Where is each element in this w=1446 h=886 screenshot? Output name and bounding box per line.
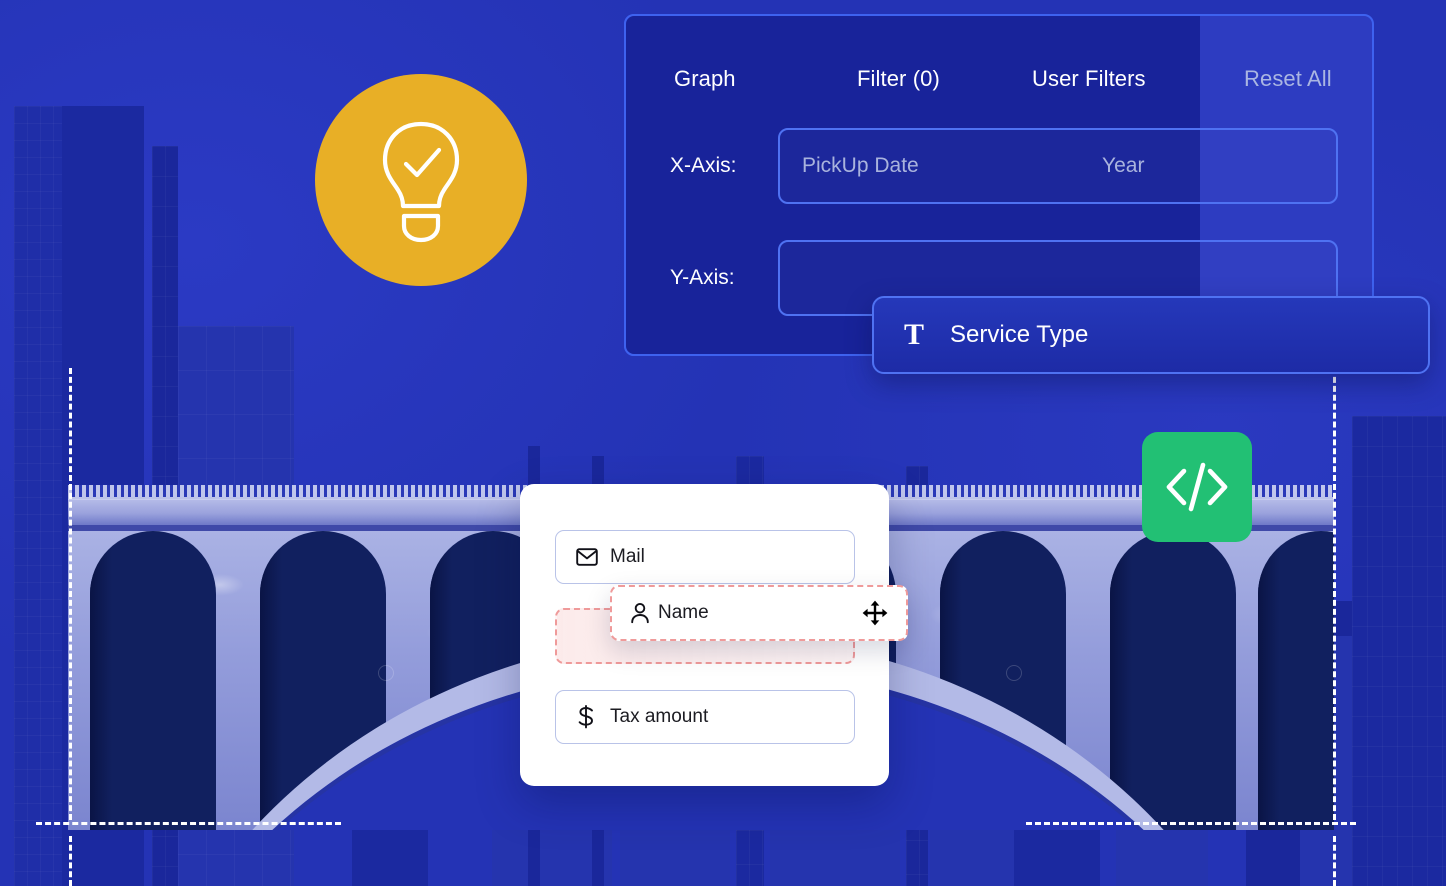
move-arrows-icon[interactable] <box>862 600 888 626</box>
x-axis-value: PickUp Date <box>802 154 919 178</box>
tab-user-filters[interactable]: User Filters <box>1032 66 1146 92</box>
service-type-chip[interactable]: T Service Type <box>872 296 1430 374</box>
lightbulb-check-icon <box>373 116 469 244</box>
scene-stage: Graph Filter (0) User Filters Reset All … <box>0 0 1446 886</box>
mail-field[interactable]: Mail <box>555 530 855 584</box>
tab-filter[interactable]: Filter (0) <box>857 66 940 92</box>
x-axis-label: X-Axis: <box>670 154 778 178</box>
y-axis-label: Y-Axis: <box>670 266 778 290</box>
user-icon <box>630 602 650 624</box>
mail-field-label: Mail <box>610 546 645 568</box>
text-type-icon: T <box>904 320 924 350</box>
dollar-icon <box>576 705 602 729</box>
panel-tabbar: Graph Filter (0) User Filters Reset All <box>624 14 1374 106</box>
x-axis-granularity: Year <box>1102 154 1144 178</box>
name-field-dragging[interactable]: Name <box>610 585 908 641</box>
x-axis-row: X-Axis: PickUp Date Year <box>670 128 1338 204</box>
code-badge <box>1142 432 1252 542</box>
reset-all-button[interactable]: Reset All <box>1244 66 1332 92</box>
mail-icon <box>576 548 602 566</box>
building <box>1352 416 1446 886</box>
service-type-label: Service Type <box>950 321 1088 349</box>
code-brackets-icon <box>1162 458 1232 516</box>
name-field-label: Name <box>658 602 709 624</box>
tax-amount-field[interactable]: Tax amount <box>555 690 855 744</box>
tab-graph[interactable]: Graph <box>674 66 736 92</box>
tax-amount-field-label: Tax amount <box>610 706 708 728</box>
building <box>14 106 62 886</box>
x-axis-field[interactable]: PickUp Date Year <box>778 128 1338 204</box>
idea-badge <box>315 74 527 286</box>
